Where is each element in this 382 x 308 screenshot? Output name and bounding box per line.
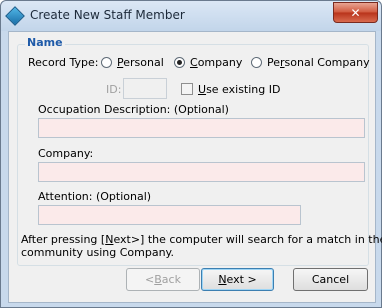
dialog-window: Create New Staff Member ✕ Name Record Ty… <box>0 0 382 308</box>
id-input[interactable] <box>123 78 167 99</box>
id-label: ID: <box>106 83 122 96</box>
radio-company[interactable] <box>174 57 185 68</box>
radio-personal-text: ersonal <box>123 56 164 69</box>
use-existing-id-label[interactable]: Use existing ID <box>198 83 280 96</box>
dialog-body: Name Record Type: Personal Company Perso… <box>8 31 382 303</box>
cancel-button[interactable]: Cancel <box>293 268 368 291</box>
attention-label: Attention: (Optional) <box>38 190 152 203</box>
record-type-label: Record Type: <box>28 56 99 69</box>
company-input[interactable] <box>38 162 365 182</box>
next-button[interactable]: Next > <box>201 268 274 291</box>
radio-personal[interactable] <box>101 57 112 68</box>
group-title: Name <box>25 36 65 49</box>
info-text-line2: community using Company. <box>21 246 174 259</box>
attention-input[interactable] <box>38 205 301 225</box>
app-diamond-icon <box>5 6 25 26</box>
occupation-label: Occupation Description: (Optional) <box>38 103 229 116</box>
window-title: Create New Staff Member <box>30 8 185 22</box>
close-icon: ✕ <box>350 5 361 20</box>
radio-company-text: ompany <box>197 56 243 69</box>
info-text-line1: After pressing [Next>] the computer will… <box>21 233 382 246</box>
occupation-input[interactable] <box>38 118 365 138</box>
title-bar[interactable]: Create New Staff Member ✕ <box>1 1 381 31</box>
close-button[interactable]: ✕ <box>333 2 378 23</box>
company-label: Company: <box>38 147 94 160</box>
use-existing-id-checkbox[interactable] <box>181 83 193 95</box>
radio-personal-label[interactable]: Personal <box>117 56 164 69</box>
back-button[interactable]: < Back <box>126 268 200 291</box>
radio-company-label[interactable]: Company <box>190 56 242 69</box>
radio-personal-company-label[interactable]: Personal Company <box>267 56 370 69</box>
radio-personal-company[interactable] <box>251 57 262 68</box>
